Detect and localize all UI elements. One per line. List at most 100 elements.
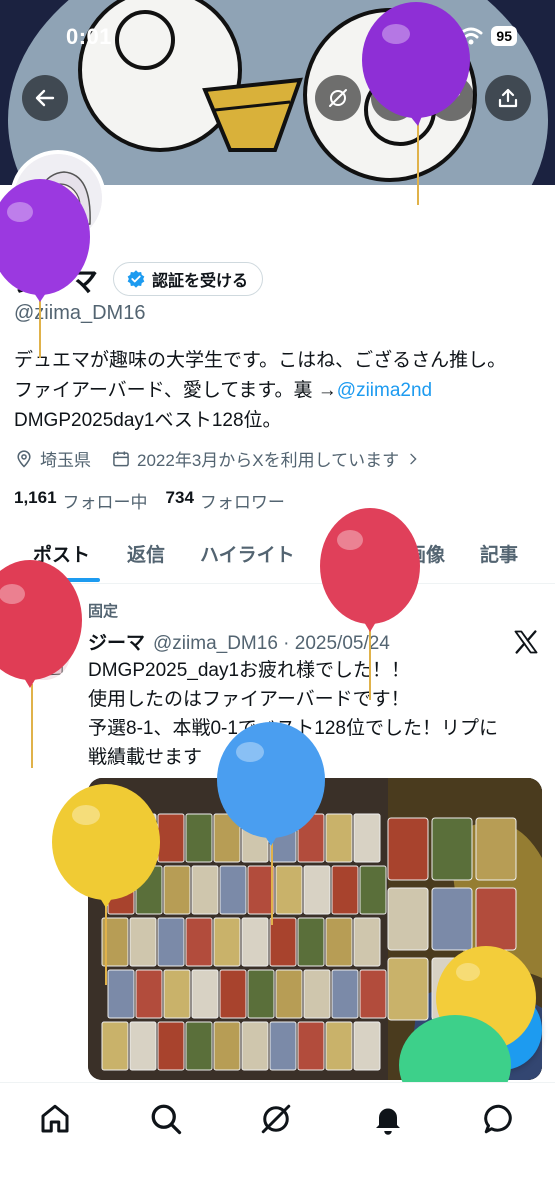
post-author-avatar[interactable] xyxy=(18,628,70,680)
trading-card xyxy=(163,969,191,1019)
tab-photos[interactable]: 画像 xyxy=(407,540,445,567)
trading-card xyxy=(353,1021,381,1071)
followers-label[interactable]: フォロワー xyxy=(200,488,285,513)
edit-button[interactable] xyxy=(428,75,474,121)
bio-line: ファイアーバード、愛してます。裏 →@ziima2nd xyxy=(14,376,544,406)
home-icon xyxy=(41,1104,69,1133)
trading-card xyxy=(135,969,163,1019)
bell-icon xyxy=(376,1108,400,1135)
grok-icon xyxy=(261,1104,291,1134)
post-line: 予選8-1、本戦0-1でベスト128位でした！リプに xyxy=(88,718,499,739)
trading-card xyxy=(213,813,241,863)
anime-character-avatar xyxy=(18,628,70,680)
location-pin-icon xyxy=(17,449,31,468)
chat-bubble-icon xyxy=(484,1104,512,1134)
trading-card xyxy=(331,969,359,1019)
trading-card xyxy=(303,969,331,1019)
trading-card xyxy=(107,969,135,1019)
status-time: 0:01 xyxy=(66,24,113,49)
cellular-signal-icon xyxy=(425,27,451,45)
trading-card xyxy=(157,813,185,863)
compose-post-button[interactable]: + xyxy=(462,990,542,1070)
pin-icon xyxy=(63,604,73,617)
trading-card xyxy=(241,1021,269,1071)
share-icon xyxy=(498,88,518,108)
trading-card xyxy=(269,917,297,967)
grok-button[interactable] xyxy=(315,75,361,121)
status-icons: 95 xyxy=(425,26,517,46)
tab-videos[interactable]: 動画 xyxy=(334,540,372,567)
tab-highlights[interactable]: ハイライト xyxy=(200,540,295,567)
trading-card xyxy=(219,969,247,1019)
trading-card xyxy=(213,1021,241,1071)
back-arrow-icon xyxy=(35,89,55,107)
trading-card xyxy=(431,817,473,881)
profile-avatar[interactable] xyxy=(10,150,106,246)
share-button[interactable] xyxy=(485,75,531,121)
following-count[interactable]: 1,161 xyxy=(14,488,57,513)
search-button[interactable] xyxy=(371,75,417,121)
nav-notifications[interactable] xyxy=(370,1101,406,1137)
search-icon xyxy=(384,88,404,108)
trading-card xyxy=(191,865,219,915)
trading-card xyxy=(247,865,275,915)
nav-messages[interactable] xyxy=(481,1101,517,1137)
trading-card xyxy=(325,813,353,863)
trading-card xyxy=(297,813,325,863)
trading-card xyxy=(247,969,275,1019)
trading-card xyxy=(241,917,269,967)
trading-card xyxy=(275,969,303,1019)
get-verified-button[interactable]: 認証を受ける xyxy=(113,262,264,296)
grok-icon xyxy=(329,89,347,107)
trading-card xyxy=(101,1021,129,1071)
edit-icon xyxy=(442,89,460,107)
trading-card xyxy=(101,813,129,863)
trading-card xyxy=(431,887,473,951)
trading-card xyxy=(359,865,387,915)
post-line: 使用したのはファイアーバードです！ xyxy=(88,689,410,710)
trading-card xyxy=(157,1021,185,1071)
get-verified-label: 認証を受ける xyxy=(152,273,249,290)
tab-replies[interactable]: 返信 xyxy=(127,540,165,567)
profile-tabs: ポスト 返信 ハイライト 動画 画像 記事 xyxy=(0,528,555,584)
status-bar: 0:01 95 xyxy=(0,0,555,70)
trading-card xyxy=(387,957,429,1021)
trading-card xyxy=(163,865,191,915)
active-tab-indicator xyxy=(28,578,100,582)
trading-card xyxy=(241,813,269,863)
nav-search[interactable] xyxy=(148,1101,184,1137)
wifi-icon xyxy=(459,27,483,45)
trading-card xyxy=(157,917,185,967)
anime-character-avatar xyxy=(14,154,102,242)
tab-articles[interactable]: 記事 xyxy=(480,540,518,567)
trading-card xyxy=(387,887,429,951)
bottom-navigation xyxy=(0,1082,555,1200)
trading-card xyxy=(269,1021,297,1071)
trading-card xyxy=(191,969,219,1019)
trading-card xyxy=(387,817,429,881)
trading-card xyxy=(325,1021,353,1071)
x-logo-icon xyxy=(514,630,538,654)
post-text: DMGP2025_day1お疲れ様でした！！ 使用したのはファイアーバードです！… xyxy=(88,656,538,772)
trading-card xyxy=(353,917,381,967)
back-button[interactable] xyxy=(22,75,68,121)
post-author-name[interactable]: ジーマ xyxy=(88,633,145,654)
trading-card xyxy=(359,969,387,1019)
trading-card xyxy=(129,917,157,967)
bio-line: DMGP2025day1ベスト128位。 xyxy=(14,410,282,431)
post-line: DMGP2025_day1お疲れ様でした！！ xyxy=(88,660,411,681)
post-line: 戦績載せます xyxy=(88,747,203,768)
trading-card xyxy=(331,865,359,915)
trading-card xyxy=(213,917,241,967)
profile-handle: @ziima_DM16 xyxy=(14,302,146,324)
profile-bio: デュエマが趣味の大学生です。こはね、ござるさん推し。 ファイアーバード、愛してま… xyxy=(14,346,544,436)
following-label[interactable]: フォロー中 xyxy=(63,488,148,513)
followers-count[interactable]: 734 xyxy=(166,488,194,513)
profile-joined-date[interactable]: 2022年3月からXを利用しています xyxy=(137,446,399,471)
tab-posts[interactable]: ポスト xyxy=(33,540,90,567)
nav-home[interactable] xyxy=(37,1101,73,1137)
verified-badge-icon xyxy=(127,270,145,288)
nav-grok[interactable] xyxy=(258,1101,294,1137)
profile-name: ジーマ xyxy=(14,266,99,297)
bio-mention-link[interactable]: @ziima2nd xyxy=(337,380,432,401)
